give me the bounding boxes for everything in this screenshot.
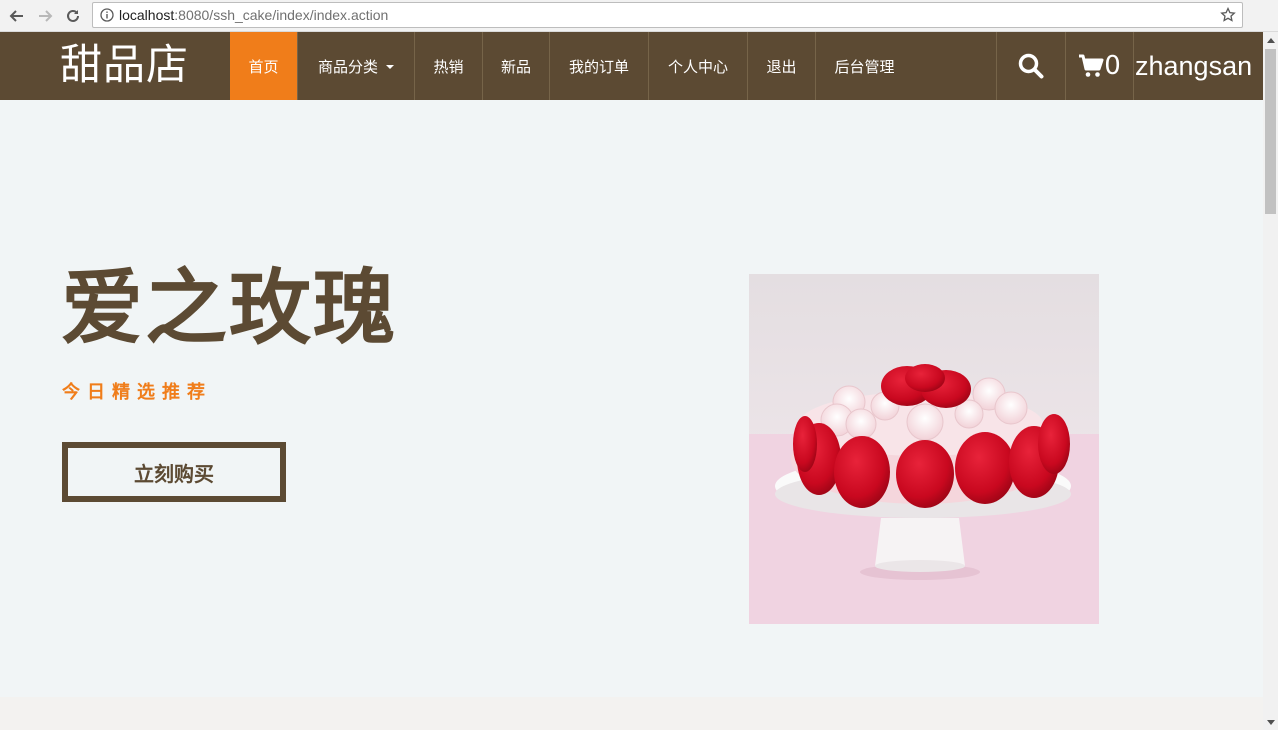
nav-profile-label: 个人中心 [667,57,728,76]
search-button[interactable] [996,32,1065,100]
reload-icon [67,9,79,22]
nav-hot[interactable]: 热销 [415,32,483,100]
nav-my-orders[interactable]: 我的订单 [550,32,649,100]
nav-new[interactable]: 新品 [483,32,550,100]
navbar-right: 0 zhangsan [996,32,1263,100]
product-image[interactable] [749,274,1099,624]
page-scrollbar[interactable] [1263,32,1278,730]
address-bar[interactable]: localhost:8080/ssh_cake/index/index.acti… [92,2,1243,28]
nav-my-orders-label: 我的订单 [568,57,629,76]
scroll-down-arrow-icon[interactable] [1263,714,1278,730]
site-navbar: 甜品店 首页 商品分类 热销 新品 我的订单 个人中心 退出 后台管理 0 zh… [0,32,1263,100]
nav-new-label: 新品 [500,57,531,76]
nav-hot-label: 热销 [433,57,464,76]
back-button[interactable] [5,4,29,28]
cart-count: 0 [1104,51,1121,81]
main-menu: 首页 商品分类 热销 新品 我的订单 个人中心 退出 后台管理 [230,32,913,100]
arrow-right-icon [39,10,53,22]
nav-home[interactable]: 首页 [230,32,298,100]
nav-profile[interactable]: 个人中心 [649,32,748,100]
reload-button[interactable] [61,4,85,28]
rose-cake-image [749,274,1099,624]
buy-now-label: 立刻购买 [134,461,214,486]
info-icon[interactable] [100,8,114,22]
star-icon[interactable] [1220,7,1236,23]
scroll-thumb[interactable] [1265,49,1276,214]
cart-icon [1079,54,1104,77]
scroll-up-arrow-icon[interactable] [1263,32,1278,48]
caret-down-icon [386,65,394,69]
nav-admin-label: 后台管理 [834,57,895,76]
cart-button[interactable]: 0 [1065,32,1133,100]
nav-categories[interactable]: 商品分类 [298,32,415,100]
next-section-strip [0,697,1263,730]
nav-home-label: 首页 [248,57,279,76]
user-menu[interactable]: zhangsan [1133,32,1263,100]
search-icon [1018,53,1044,79]
nav-categories-label: 商品分类 [317,57,378,76]
nav-logout-label: 退出 [766,57,797,76]
buy-now-button[interactable]: 立刻购买 [62,442,286,502]
browser-toolbar: localhost:8080/ssh_cake/index/index.acti… [0,0,1278,32]
hero-title: 爱之玫瑰 [61,261,398,356]
username: zhangsan [1135,50,1253,81]
nav-admin[interactable]: 后台管理 [816,32,913,100]
site-brand[interactable]: 甜品店 [60,38,189,92]
hero-subtitle: 今日精选推荐 [62,382,212,403]
forward-button[interactable] [33,4,57,28]
hero-section: 爱之玫瑰 今日精选推荐 立刻购买 [0,100,1263,697]
url-text[interactable]: localhost:8080/ssh_cake/index/index.acti… [119,7,388,23]
nav-logout[interactable]: 退出 [748,32,816,100]
arrow-left-icon [9,10,23,22]
